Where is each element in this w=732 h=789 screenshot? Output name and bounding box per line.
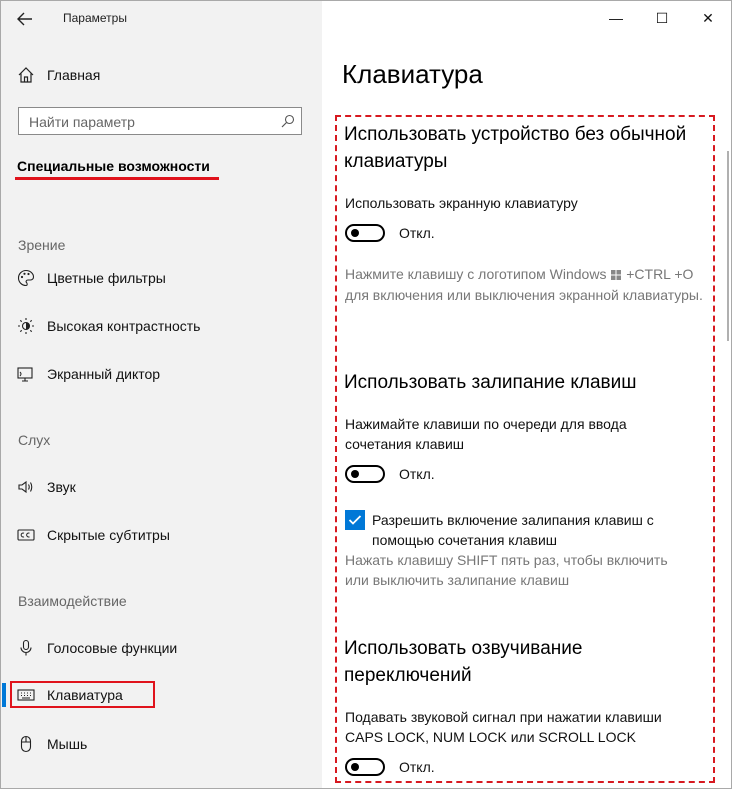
sidebar-item-narrator[interactable]: Экранный диктор <box>17 363 160 385</box>
sticky-keys-toggle[interactable] <box>345 465 385 483</box>
hint-text: Нажмите клавишу с логотипом Windows <box>345 266 607 282</box>
sidebar-item-label: Голосовые функции <box>47 640 178 656</box>
narrator-icon <box>17 365 35 383</box>
group-header-vision: Зрение <box>18 237 66 253</box>
sidebar-item-home[interactable]: Главная <box>17 65 100 85</box>
high-contrast-icon <box>17 317 35 335</box>
main-pane: — ☐ ✕ Клавиатура Использовать устройство… <box>322 1 731 788</box>
active-indicator <box>2 683 6 707</box>
highlight-underline <box>15 177 219 180</box>
sidebar: Параметры Главная Найти параметр Специал… <box>1 1 322 788</box>
toggle-state: Откл. <box>399 225 435 241</box>
sidebar-item-label: Мышь <box>47 736 88 752</box>
section-heading-onscreen: Использовать устройство без обычной клав… <box>344 124 687 172</box>
minimize-button[interactable]: — <box>593 1 639 35</box>
windows-logo-icon <box>611 265 622 285</box>
window-controls: — ☐ ✕ <box>593 1 731 35</box>
sidebar-item-mouse[interactable]: Мышь <box>17 733 87 755</box>
toggle-keys-toggle[interactable] <box>345 758 385 776</box>
checkmark-icon <box>348 515 362 525</box>
group-header-interaction: Взаимодействие <box>18 593 127 609</box>
sticky-checkbox-label[interactable]: Разрешить включение залипания клавиш с п… <box>372 510 682 550</box>
home-icon <box>17 66 35 84</box>
sidebar-item-high-contrast[interactable]: Высокая контрастность <box>17 315 200 337</box>
microphone-icon <box>17 639 35 657</box>
sidebar-item-label: Цветные фильтры <box>47 270 166 286</box>
speaker-icon <box>17 478 35 496</box>
onscreen-hint: Нажмите клавишу с логотипом Windows +CTR… <box>345 264 705 305</box>
sidebar-item-label: Экранный диктор <box>47 366 161 382</box>
toggle-state: Откл. <box>399 759 435 775</box>
sidebar-item-label: Клавиатура <box>47 687 123 703</box>
sticky-checkbox-hint: Нажать клавишу SHIFT пять раз, чтобы вкл… <box>345 552 668 588</box>
maximize-button[interactable]: ☐ <box>639 1 685 35</box>
closed-captions-icon <box>17 526 35 544</box>
onscreen-toggle-label: Использовать экранную клавиатуру <box>345 195 578 211</box>
sidebar-item-closed-captions[interactable]: Скрытые субтитры <box>17 524 170 546</box>
sidebar-item-color-filters[interactable]: Цветные фильтры <box>17 267 166 289</box>
page-title: Клавиатура <box>342 59 483 89</box>
sidebar-item-label: Высокая контрастность <box>47 318 201 334</box>
search-input[interactable]: Найти параметр <box>18 107 302 135</box>
sidebar-item-label: Главная <box>47 67 101 83</box>
mouse-icon <box>17 735 35 753</box>
sidebar-item-speech[interactable]: Голосовые функции <box>17 637 177 659</box>
section-heading-sticky: Использовать залипание клавиш <box>344 372 637 393</box>
toggle-state: Откл. <box>399 466 435 482</box>
search-placeholder: Найти параметр <box>29 114 135 130</box>
onscreen-keyboard-toggle[interactable] <box>345 224 385 242</box>
scrollbar[interactable] <box>727 151 729 341</box>
sidebar-item-label: Звук <box>47 479 76 495</box>
sidebar-item-sound[interactable]: Звук <box>17 476 76 498</box>
keyboard-icon <box>17 686 35 704</box>
color-filter-icon <box>17 269 35 287</box>
group-header-hearing: Слух <box>18 432 51 448</box>
sidebar-item-keyboard[interactable]: Клавиатура <box>17 684 123 706</box>
onscreen-toggle-row[interactable]: Откл. <box>345 223 435 243</box>
back-arrow-icon[interactable] <box>13 7 37 31</box>
sidebar-item-label: Скрытые субтитры <box>47 527 170 543</box>
toggle-keys-label: Подавать звуковой сигнал при нажатии кла… <box>345 709 662 745</box>
toggle-keys-row[interactable]: Откл. <box>345 757 435 777</box>
sticky-shortcut-checkbox[interactable] <box>345 510 365 530</box>
search-icon[interactable] <box>281 114 295 128</box>
sticky-toggle-row[interactable]: Откл. <box>345 464 435 484</box>
section-heading-toggle-keys: Использовать озвучивание переключений <box>344 638 583 686</box>
app-title: Параметры <box>63 11 127 25</box>
sticky-toggle-label: Нажимайте клавиши по очереди для ввода с… <box>345 416 627 452</box>
section-title: Специальные возможности <box>17 158 210 174</box>
close-button[interactable]: ✕ <box>685 1 731 35</box>
